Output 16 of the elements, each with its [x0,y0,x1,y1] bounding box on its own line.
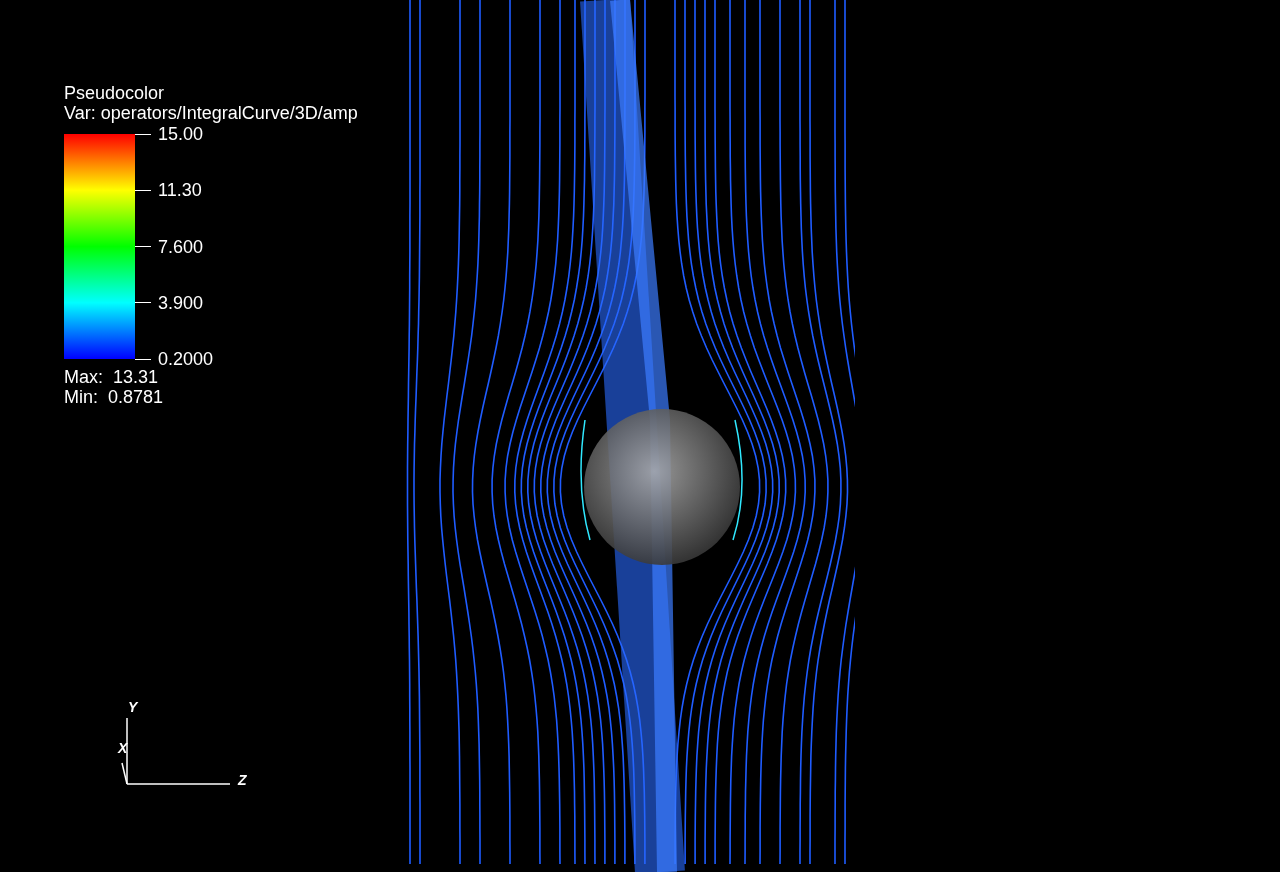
tick-label: 0.2000 [158,349,214,369]
tick-label: 3.900 [158,292,204,313]
tick-label: 7.600 [158,236,204,257]
tick-label: 15.00 [158,124,204,144]
max-value: Max: 13.31 [64,367,160,387]
z-axis-label: Z [238,772,247,788]
tick-label: 11.30 [158,180,202,201]
min-value: Min: 0.8781 [64,387,165,407]
tick-mark [135,133,151,135]
legend-variable: Var: operators/IntegralCurve/3D/amp [64,103,358,123]
tick-mark [135,358,151,360]
tick-mark [135,302,151,304]
tick-mark [135,246,151,247]
y-axis-label: Y [128,699,138,715]
tick-mark [135,189,151,191]
legend-title: Pseudocolor [64,83,166,103]
